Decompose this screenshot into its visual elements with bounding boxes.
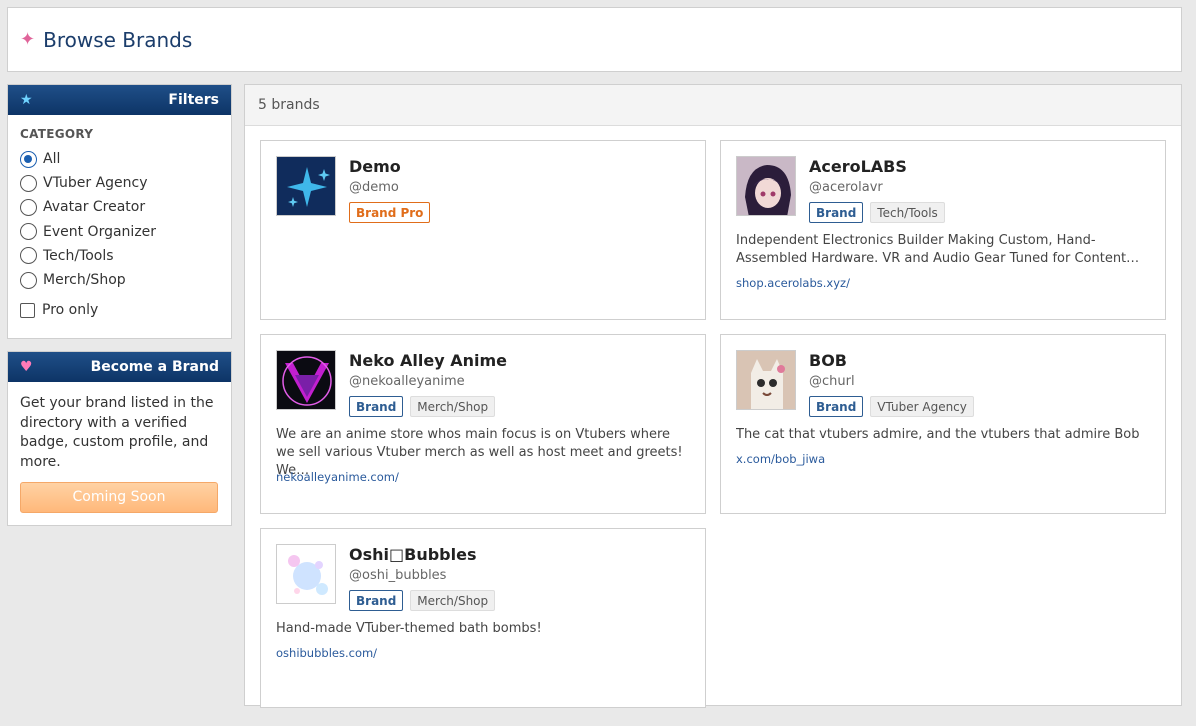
category-option-event-organizer[interactable]: Event Organizer (20, 220, 219, 244)
cat-avatar-icon (737, 351, 795, 409)
results-count-bar: 5 brands (245, 85, 1181, 126)
category-tag: Merch/Shop (410, 396, 496, 417)
brand-card-neko-alley-anime[interactable]: Neko Alley Anime @nekoalleyanime Brand M… (260, 334, 706, 514)
category-option-avatar-creator[interactable]: Avatar Creator (20, 195, 219, 219)
brand-link[interactable]: x.com/bob_jiwa (736, 452, 825, 466)
radio-button[interactable] (20, 150, 37, 168)
radio-button[interactable] (20, 223, 37, 241)
brand-description: Hand-made VTuber-themed bath bombs! (276, 621, 542, 636)
brand-avatar (736, 350, 796, 410)
brand-description: Independent Electronics Builder Making C… (736, 233, 1140, 266)
option-label: VTuber Agency (43, 175, 148, 192)
category-option-tech-tools[interactable]: Tech/Tools (20, 244, 219, 268)
coming-soon-button[interactable]: Coming Soon (20, 482, 218, 513)
brand-handle: @oshi_bubbles (349, 568, 447, 583)
brand-handle: @churl (809, 374, 855, 389)
brand-avatar (276, 156, 336, 216)
brand-card-bob[interactable]: BOB @churl Brand VTuber Agency The cat t… (720, 334, 1166, 514)
category-option-merch-shop[interactable]: Merch/Shop (20, 268, 219, 292)
results-count: 5 brands (258, 97, 320, 113)
category-label: CATEGORY (20, 127, 94, 141)
brand-link[interactable]: oshibubbles.com/ (276, 646, 377, 660)
brand-results: 5 brands Demo @demo Brand Pro AceroLABS … (244, 84, 1182, 708)
heart-icon: ♥ (20, 359, 33, 375)
brand-link[interactable]: nekoalleyanime.com/ (276, 470, 399, 484)
become-brand-header: ♥ Become a Brand (8, 352, 231, 382)
brand-card-acerolabs[interactable]: AceroLABS @acerolavr Brand Tech/Tools In… (720, 140, 1166, 320)
brand-name[interactable]: Neko Alley Anime (349, 351, 690, 371)
become-brand-panel: ♥ Become a Brand Get your brand listed i… (7, 351, 232, 526)
brand-badge: Brand (349, 590, 404, 611)
brand-card-oshi-bubbles[interactable]: Oshi□Bubbles @oshi_bubbles Brand Merch/S… (260, 528, 706, 708)
star-icon: ★ (20, 92, 33, 108)
category-tag: Merch/Shop (410, 590, 496, 611)
anime-avatar-icon (737, 157, 795, 215)
sparkle-logo-icon (277, 157, 335, 215)
brand-avatar (276, 544, 336, 604)
page-title: Browse Brands (43, 27, 193, 52)
brand-pro-badge: Brand Pro (349, 202, 431, 223)
pro-only-label: Pro only (42, 302, 99, 319)
sparkle-icon: ✦ (20, 28, 36, 50)
option-label: Avatar Creator (43, 199, 146, 216)
brand-name[interactable]: Oshi□Bubbles (349, 545, 690, 565)
filters-title: Filters (168, 92, 219, 108)
brand-handle: @demo (349, 180, 399, 195)
become-brand-title: Become a Brand (90, 359, 219, 375)
brand-handle: @nekoalleyanime (349, 374, 465, 389)
brand-badge: Brand (809, 202, 864, 223)
filters-header: ★ Filters (8, 85, 231, 115)
brand-link[interactable]: shop.acerolabs.xyz/ (736, 276, 850, 290)
brand-card-demo[interactable]: Demo @demo Brand Pro (260, 140, 706, 320)
radio-button[interactable] (20, 198, 37, 216)
radio-button[interactable] (20, 174, 37, 192)
become-brand-text: Get your brand listed in the directory w… (20, 395, 214, 470)
bubbles-logo-icon (277, 545, 335, 603)
option-label: Merch/Shop (43, 272, 126, 289)
radio-button[interactable] (20, 247, 37, 265)
category-tag: VTuber Agency (870, 396, 974, 417)
brand-handle: @acerolavr (809, 180, 883, 195)
page-header: ✦ Browse Brands (7, 7, 1182, 72)
radio-button[interactable] (20, 271, 37, 289)
brand-name[interactable]: Demo (349, 157, 690, 177)
pro-only-checkbox[interactable] (20, 302, 35, 318)
category-option-vtuber-agency[interactable]: VTuber Agency (20, 171, 219, 195)
brand-description: The cat that vtubers admire, and the vtu… (736, 427, 1140, 442)
brand-badge: Brand (349, 396, 404, 417)
option-label: Event Organizer (43, 223, 157, 240)
option-label: All (43, 151, 61, 168)
brand-avatar (736, 156, 796, 216)
brand-avatar (276, 350, 336, 410)
filters-panel: ★ Filters CATEGORY All VTuber Agency Ava… (7, 84, 232, 339)
category-tag: Tech/Tools (870, 202, 945, 223)
option-label: Tech/Tools (43, 247, 114, 264)
brand-badge: Brand (809, 396, 864, 417)
pro-only-filter[interactable]: Pro only (20, 302, 219, 318)
brand-name[interactable]: AceroLABS (809, 157, 1150, 177)
neko-logo-icon (277, 351, 335, 409)
brand-name[interactable]: BOB (809, 351, 1150, 371)
category-option-all[interactable]: All (20, 147, 219, 171)
